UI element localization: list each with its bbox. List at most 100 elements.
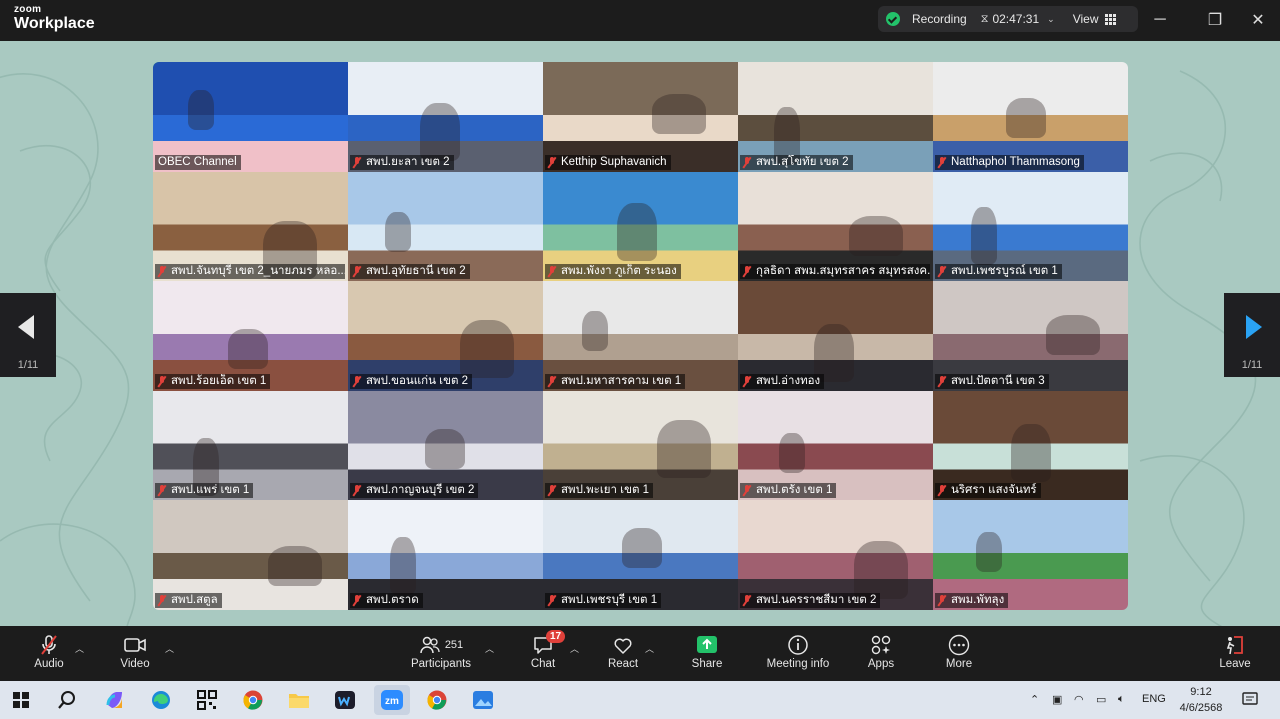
wifi-icon[interactable]: ◠ xyxy=(1074,693,1084,706)
participant-name: สพป.จันทบุรี เขต 2_นายภมร หลอ... xyxy=(171,265,345,278)
apps-button[interactable]: Apps xyxy=(862,634,900,670)
react-options-chevron-icon[interactable]: ︿ xyxy=(645,642,654,655)
participant-name-label: สพป.อุทัยธานี เขต 2 xyxy=(350,264,470,280)
participants-label: Participants xyxy=(410,658,472,670)
video-tile[interactable]: สพป.สตูล xyxy=(153,500,348,610)
video-tile[interactable]: สพป.ตราด xyxy=(348,500,543,610)
participants-button[interactable]: 251 Participants xyxy=(408,634,474,670)
prev-page-button[interactable]: 1/11 xyxy=(0,293,56,377)
video-tile[interactable]: สพป.มหาสารคาม เขต 1 xyxy=(543,281,738,391)
arrow-right-icon xyxy=(1246,315,1262,339)
video-tile[interactable]: สพป.ปัตตานี เขต 3 xyxy=(933,281,1128,391)
participant-silhouette xyxy=(1011,423,1051,482)
participant-name: สพม.พัทลุง xyxy=(951,593,1005,606)
audio-label: Audio xyxy=(34,658,64,670)
participant-silhouette xyxy=(390,537,416,596)
video-tile[interactable]: สพม.พังงา ภูเก็ต ระนอง xyxy=(543,171,738,282)
video-gallery: OBEC Channel สพป.ยะลา เขต 2 Ketthip Suphav… xyxy=(153,62,1128,610)
participant-silhouette xyxy=(268,546,322,587)
audio-button[interactable]: Audio xyxy=(28,634,70,670)
video-tile[interactable]: สพป.สุโขทัย เขต 2 xyxy=(738,62,933,172)
qr-code-app-icon[interactable] xyxy=(192,685,222,715)
chat-options-chevron-icon[interactable]: ︿ xyxy=(570,642,579,655)
video-tile[interactable]: นริศรา แสงจันทร์ xyxy=(933,390,1128,501)
participant-name: สพป.มหาสารคาม เขต 1 xyxy=(561,374,682,387)
view-button[interactable]: View xyxy=(1073,12,1116,26)
view-label: View xyxy=(1072,12,1099,26)
video-tile[interactable]: สพป.เพชรบูรณ์ เขต 1 xyxy=(933,171,1128,282)
tray-chevron-up-icon[interactable]: ⌃ xyxy=(1030,693,1039,706)
participant-name: สพป.ร้อยเอ็ด เขต 1 xyxy=(171,374,267,387)
video-tile[interactable]: สพป.ร้อยเอ็ด เขต 1 xyxy=(153,281,348,391)
share-button[interactable]: Share xyxy=(686,634,728,670)
minimize-icon[interactable]: ─ xyxy=(1148,9,1172,31)
react-button[interactable]: React xyxy=(602,634,644,670)
video-options-chevron-icon[interactable]: ︿ xyxy=(165,642,174,655)
video-tile[interactable]: สพป.อ่างทอง xyxy=(738,281,933,391)
next-page-button[interactable]: 1/11 xyxy=(1224,293,1280,377)
video-tile[interactable]: Natthaphol Thammasong xyxy=(933,62,1128,172)
participant-name-label: Natthaphol Thammasong xyxy=(935,154,1084,170)
recording-label[interactable]: Recording xyxy=(912,12,967,26)
chrome-icon[interactable] xyxy=(238,685,268,715)
participant-name-label: สพม.พังงา ภูเก็ต ระนอง xyxy=(545,264,681,280)
share-screen-icon xyxy=(697,636,717,653)
webex-app-icon[interactable] xyxy=(330,685,360,715)
participant-name-label: สพป.สุโขทัย เขต 2 xyxy=(740,154,853,170)
meeting-info-button[interactable]: Meeting info xyxy=(762,634,834,670)
meeting-timer[interactable]: ⧖ 02:47:31 ⌄ xyxy=(981,12,1055,26)
mic-muted-icon xyxy=(548,594,556,606)
mic-muted-icon xyxy=(743,266,751,277)
more-button[interactable]: More xyxy=(940,634,978,670)
participant-name-label: สพป.สตูล xyxy=(155,592,222,608)
chat-button[interactable]: 17 Chat xyxy=(524,630,566,670)
chrome-profile-icon[interactable] xyxy=(422,685,452,715)
meeting-info-label: Meeting info xyxy=(766,658,830,670)
video-tile[interactable]: สพป.ยะลา เขต 2 xyxy=(348,62,543,172)
video-tile[interactable]: สพป.ขอนแก่น เขต 2 xyxy=(348,281,543,391)
video-tile[interactable]: สพป.นครราชสีมา เขต 2 xyxy=(738,500,933,610)
mic-muted-icon xyxy=(353,375,361,387)
search-icon[interactable] xyxy=(52,685,82,715)
participants-options-chevron-icon[interactable]: ︿ xyxy=(485,642,494,655)
video-tile[interactable]: กุลธิดา สพม.สมุทรสาคร สมุทรสงค... xyxy=(738,171,933,282)
tray-device-icon[interactable]: ▣ xyxy=(1052,693,1062,706)
edge-browser-icon[interactable] xyxy=(146,685,176,715)
participant-name: สพป.สุโขทัย เขต 2 xyxy=(756,155,849,168)
copilot-icon[interactable] xyxy=(100,685,130,715)
file-explorer-icon[interactable] xyxy=(284,685,314,715)
notifications-icon[interactable] xyxy=(1242,691,1258,710)
chevron-down-icon: ⌄ xyxy=(1047,13,1055,24)
volume-icon[interactable]: 🔈︎ xyxy=(1118,693,1125,706)
mic-muted-icon xyxy=(548,485,556,496)
clock[interactable]: 9:12 4/6/2568 xyxy=(1176,684,1226,716)
video-tile[interactable]: OBEC Channel xyxy=(153,62,348,172)
participant-silhouette xyxy=(849,215,903,256)
participant-name-label: OBEC Channel xyxy=(155,154,241,170)
participant-name: Ketthip Suphavanich xyxy=(561,155,667,168)
participant-name-label: Ketthip Suphavanich xyxy=(545,154,671,170)
close-icon[interactable]: ✕ xyxy=(1246,9,1270,31)
video-tile[interactable]: สพม.พัทลุง xyxy=(933,500,1128,610)
mic-muted-icon xyxy=(158,375,166,387)
video-tile[interactable]: สพป.อุทัยธานี เขต 2 xyxy=(348,171,543,282)
video-button[interactable]: Video xyxy=(114,634,156,670)
leave-button[interactable]: Leave xyxy=(1216,634,1254,670)
encryption-shield-icon[interactable] xyxy=(886,12,900,26)
restore-icon[interactable]: ❐ xyxy=(1203,9,1227,31)
video-tile[interactable]: Ketthip Suphavanich xyxy=(543,62,738,172)
audio-options-chevron-icon[interactable]: ︿ xyxy=(75,642,84,655)
windows-start-icon[interactable] xyxy=(6,685,36,715)
participant-name-label: สพป.นครราชสีมา เขต 2 xyxy=(740,592,881,608)
zoom-taskbar-icon[interactable]: zm xyxy=(374,685,410,715)
video-tile[interactable]: สพป.กาญจนบุรี เขต 2 xyxy=(348,390,543,501)
photos-app-icon[interactable] xyxy=(468,685,498,715)
video-tile[interactable]: สพป.แพร่ เขต 1 xyxy=(153,390,348,501)
participants-count: 251 xyxy=(444,639,464,651)
video-tile[interactable]: สพป.ตรัง เขต 1 xyxy=(738,390,933,501)
battery-icon[interactable]: ▭ xyxy=(1096,693,1106,706)
video-tile[interactable]: สพป.พะเยา เขต 1 xyxy=(543,390,738,501)
video-tile[interactable]: สพป.เพชรบุรี เขต 1 xyxy=(543,500,738,610)
video-tile[interactable]: สพป.จันทบุรี เขต 2_นายภมร หลอ... xyxy=(153,171,348,282)
input-language[interactable]: ENG xyxy=(1142,693,1166,705)
